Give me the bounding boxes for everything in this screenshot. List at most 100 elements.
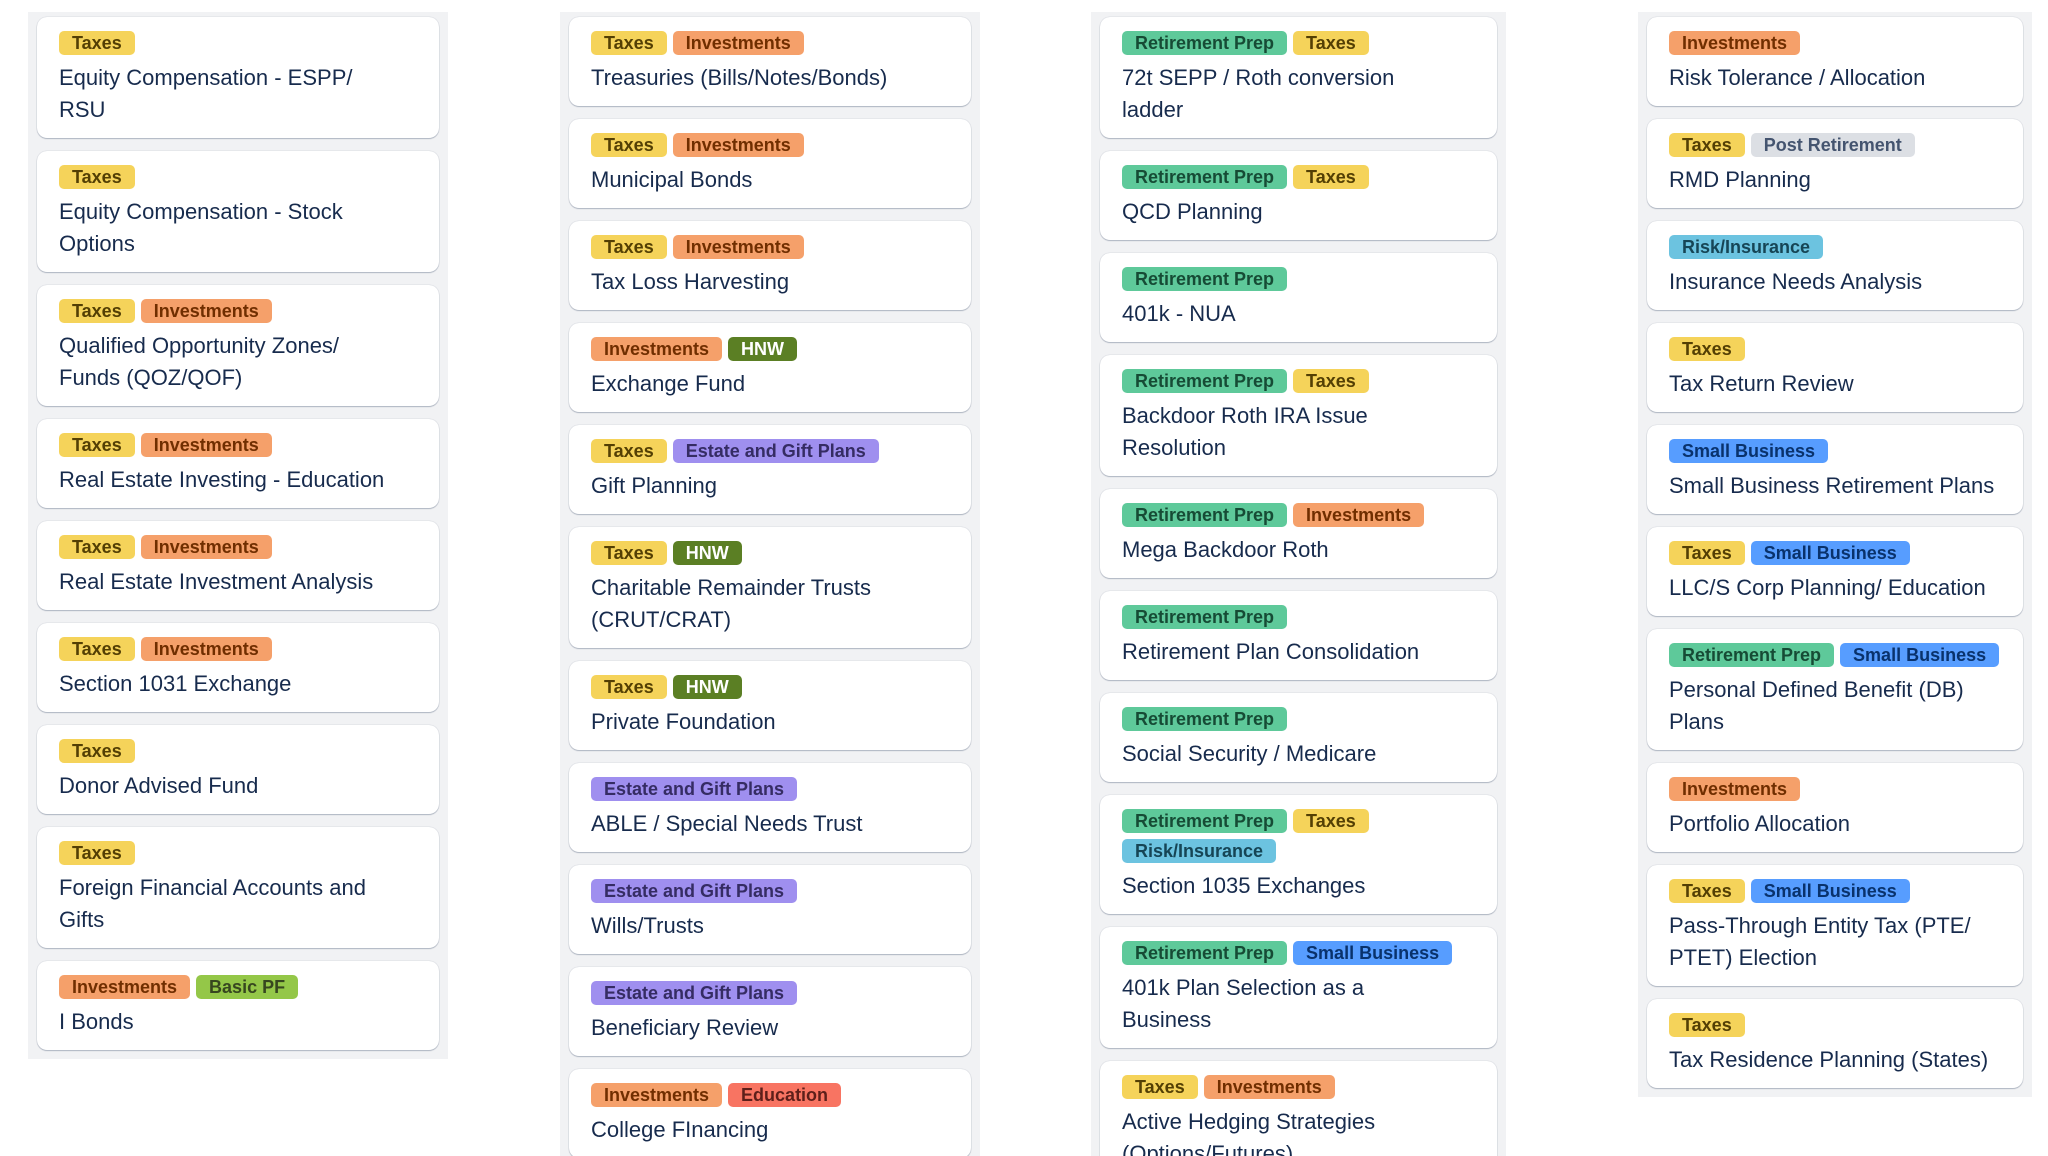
- label-taxes[interactable]: Taxes: [1293, 31, 1369, 55]
- label-post-retirement[interactable]: Post Retirement: [1750, 133, 1915, 157]
- label-taxes[interactable]: Taxes: [59, 841, 135, 865]
- label-taxes[interactable]: Taxes: [591, 439, 667, 463]
- label-taxes[interactable]: Taxes: [1293, 809, 1369, 833]
- label-retirement-prep[interactable]: Retirement Prep: [1122, 707, 1288, 731]
- label-retirement-prep[interactable]: Retirement Prep: [1122, 267, 1288, 291]
- label-retirement-prep[interactable]: Retirement Prep: [1122, 369, 1288, 393]
- card[interactable]: Taxes Investments Active Hedging Strategie…: [1100, 1061, 1497, 1156]
- label-taxes[interactable]: Taxes: [1669, 133, 1745, 157]
- card[interactable]: Retirement Prep Taxes QCD Planning: [1100, 151, 1497, 240]
- label-education[interactable]: Education: [728, 1083, 842, 1107]
- label-taxes[interactable]: Taxes: [59, 535, 135, 559]
- label-estate-and-gift-plans[interactable]: Estate and Gift Plans: [591, 879, 798, 903]
- card[interactable]: Retirement Prep Investments Mega Backdoor …: [1100, 489, 1497, 578]
- card[interactable]: Taxes Small Business Pass-Through Entity T…: [1647, 865, 2023, 986]
- card[interactable]: Taxes Donor Advised Fund: [37, 725, 439, 814]
- card[interactable]: Investments HNW Exchange Fund: [569, 323, 971, 412]
- label-small-business[interactable]: Small Business: [1750, 541, 1910, 565]
- label-hnw[interactable]: HNW: [672, 541, 742, 565]
- label-investments[interactable]: Investments: [140, 535, 272, 559]
- label-taxes[interactable]: Taxes: [59, 433, 135, 457]
- label-retirement-prep[interactable]: Retirement Prep: [1122, 165, 1288, 189]
- label-retirement-prep[interactable]: Retirement Prep: [1669, 643, 1835, 667]
- label-hnw[interactable]: HNW: [672, 675, 742, 699]
- label-investments[interactable]: Investments: [140, 299, 272, 323]
- label-taxes[interactable]: Taxes: [59, 165, 135, 189]
- card[interactable]: Investments Risk Tolerance / Allocation: [1647, 17, 2023, 106]
- label-taxes[interactable]: Taxes: [591, 541, 667, 565]
- label-retirement-prep[interactable]: Retirement Prep: [1122, 503, 1288, 527]
- label-retirement-prep[interactable]: Retirement Prep: [1122, 31, 1288, 55]
- label-taxes[interactable]: Taxes: [591, 675, 667, 699]
- label-investments[interactable]: Investments: [1293, 503, 1425, 527]
- label-investments[interactable]: Investments: [1203, 1075, 1335, 1099]
- card[interactable]: Taxes Investments Tax Loss Harvesting: [569, 221, 971, 310]
- label-investments[interactable]: Investments: [140, 637, 272, 661]
- card[interactable]: Taxes Estate and Gift Plans Gift Planning: [569, 425, 971, 514]
- label-small-business[interactable]: Small Business: [1669, 439, 1829, 463]
- label-risk-insurance[interactable]: Risk/Insurance: [1669, 235, 1824, 259]
- label-taxes[interactable]: Taxes: [1669, 337, 1745, 361]
- card[interactable]: Taxes Post Retirement RMD Planning: [1647, 119, 2023, 208]
- label-investments[interactable]: Investments: [672, 133, 804, 157]
- card[interactable]: Taxes Equity Compensation - ESPP/ RSU: [37, 17, 439, 138]
- label-taxes[interactable]: Taxes: [59, 31, 135, 55]
- label-retirement-prep[interactable]: Retirement Prep: [1122, 941, 1288, 965]
- card[interactable]: Taxes Equity Compensation - Stock Options: [37, 151, 439, 272]
- card[interactable]: Taxes Small Business LLC/S Corp Planning/ …: [1647, 527, 2023, 616]
- label-investments[interactable]: Investments: [1669, 31, 1801, 55]
- card[interactable]: Retirement Prep Taxes Backdoor Roth IRA Is…: [1100, 355, 1497, 476]
- card[interactable]: Investments Portfolio Allocation: [1647, 763, 2023, 852]
- card[interactable]: Retirement Prep Taxes Risk/Insurance Sectio…: [1100, 795, 1497, 914]
- label-investments[interactable]: Investments: [140, 433, 272, 457]
- label-investments[interactable]: Investments: [672, 31, 804, 55]
- card[interactable]: Taxes Tax Return Review: [1647, 323, 2023, 412]
- label-small-business[interactable]: Small Business: [1293, 941, 1453, 965]
- card[interactable]: Taxes Investments Municipal Bonds: [569, 119, 971, 208]
- label-investments[interactable]: Investments: [591, 337, 723, 361]
- label-taxes[interactable]: Taxes: [59, 299, 135, 323]
- card[interactable]: Estate and Gift Plans Beneficiary Review: [569, 967, 971, 1056]
- label-taxes[interactable]: Taxes: [1293, 165, 1369, 189]
- label-taxes[interactable]: Taxes: [1669, 541, 1745, 565]
- label-taxes[interactable]: Taxes: [1669, 879, 1745, 903]
- label-investments[interactable]: Investments: [1669, 777, 1801, 801]
- label-taxes[interactable]: Taxes: [1293, 369, 1369, 393]
- label-taxes[interactable]: Taxes: [591, 235, 667, 259]
- label-investments[interactable]: Investments: [59, 975, 191, 999]
- label-small-business[interactable]: Small Business: [1750, 879, 1910, 903]
- card[interactable]: Taxes HNW Charitable Remainder Trusts (CRU…: [569, 527, 971, 648]
- label-small-business[interactable]: Small Business: [1840, 643, 2000, 667]
- label-taxes[interactable]: Taxes: [591, 133, 667, 157]
- card[interactable]: Retirement Prep Small Business 401k Plan S…: [1100, 927, 1497, 1048]
- label-retirement-prep[interactable]: Retirement Prep: [1122, 809, 1288, 833]
- label-taxes[interactable]: Taxes: [591, 31, 667, 55]
- label-investments[interactable]: Investments: [672, 235, 804, 259]
- card[interactable]: Taxes Investments Section 1031 Exchange: [37, 623, 439, 712]
- label-taxes[interactable]: Taxes: [1122, 1075, 1198, 1099]
- card[interactable]: Taxes Investments Qualified Opportunity Zo…: [37, 285, 439, 406]
- card[interactable]: Estate and Gift Plans ABLE / Special Need…: [569, 763, 971, 852]
- label-retirement-prep[interactable]: Retirement Prep: [1122, 605, 1288, 629]
- card[interactable]: Retirement Prep Taxes 72t SEPP / Roth conv…: [1100, 17, 1497, 138]
- card[interactable]: Investments Education College FInancing: [569, 1069, 971, 1156]
- card[interactable]: Taxes HNW Private Foundation: [569, 661, 971, 750]
- label-basic-pf[interactable]: Basic PF: [196, 975, 299, 999]
- card[interactable]: Retirement Prep 401k - NUA: [1100, 253, 1497, 342]
- card[interactable]: Small Business Small Business Retirement …: [1647, 425, 2023, 514]
- label-estate-and-gift-plans[interactable]: Estate and Gift Plans: [591, 777, 798, 801]
- label-estate-and-gift-plans[interactable]: Estate and Gift Plans: [591, 981, 798, 1005]
- card[interactable]: Investments Basic PF I Bonds: [37, 961, 439, 1050]
- label-taxes[interactable]: Taxes: [1669, 1013, 1745, 1037]
- label-estate-and-gift-plans[interactable]: Estate and Gift Plans: [672, 439, 879, 463]
- label-taxes[interactable]: Taxes: [59, 739, 135, 763]
- card[interactable]: Risk/Insurance Insurance Needs Analysis: [1647, 221, 2023, 310]
- card[interactable]: Taxes Foreign Financial Accounts and Gift…: [37, 827, 439, 948]
- label-risk-insurance[interactable]: Risk/Insurance: [1122, 839, 1277, 863]
- card[interactable]: Retirement Prep Retirement Plan Consolida…: [1100, 591, 1497, 680]
- card[interactable]: Taxes Investments Real Estate Investing - …: [37, 419, 439, 508]
- card[interactable]: Taxes Investments Treasuries (Bills/Notes/…: [569, 17, 971, 106]
- card[interactable]: Taxes Investments Real Estate Investment A…: [37, 521, 439, 610]
- card[interactable]: Retirement Prep Small Business Personal De…: [1647, 629, 2023, 750]
- label-taxes[interactable]: Taxes: [59, 637, 135, 661]
